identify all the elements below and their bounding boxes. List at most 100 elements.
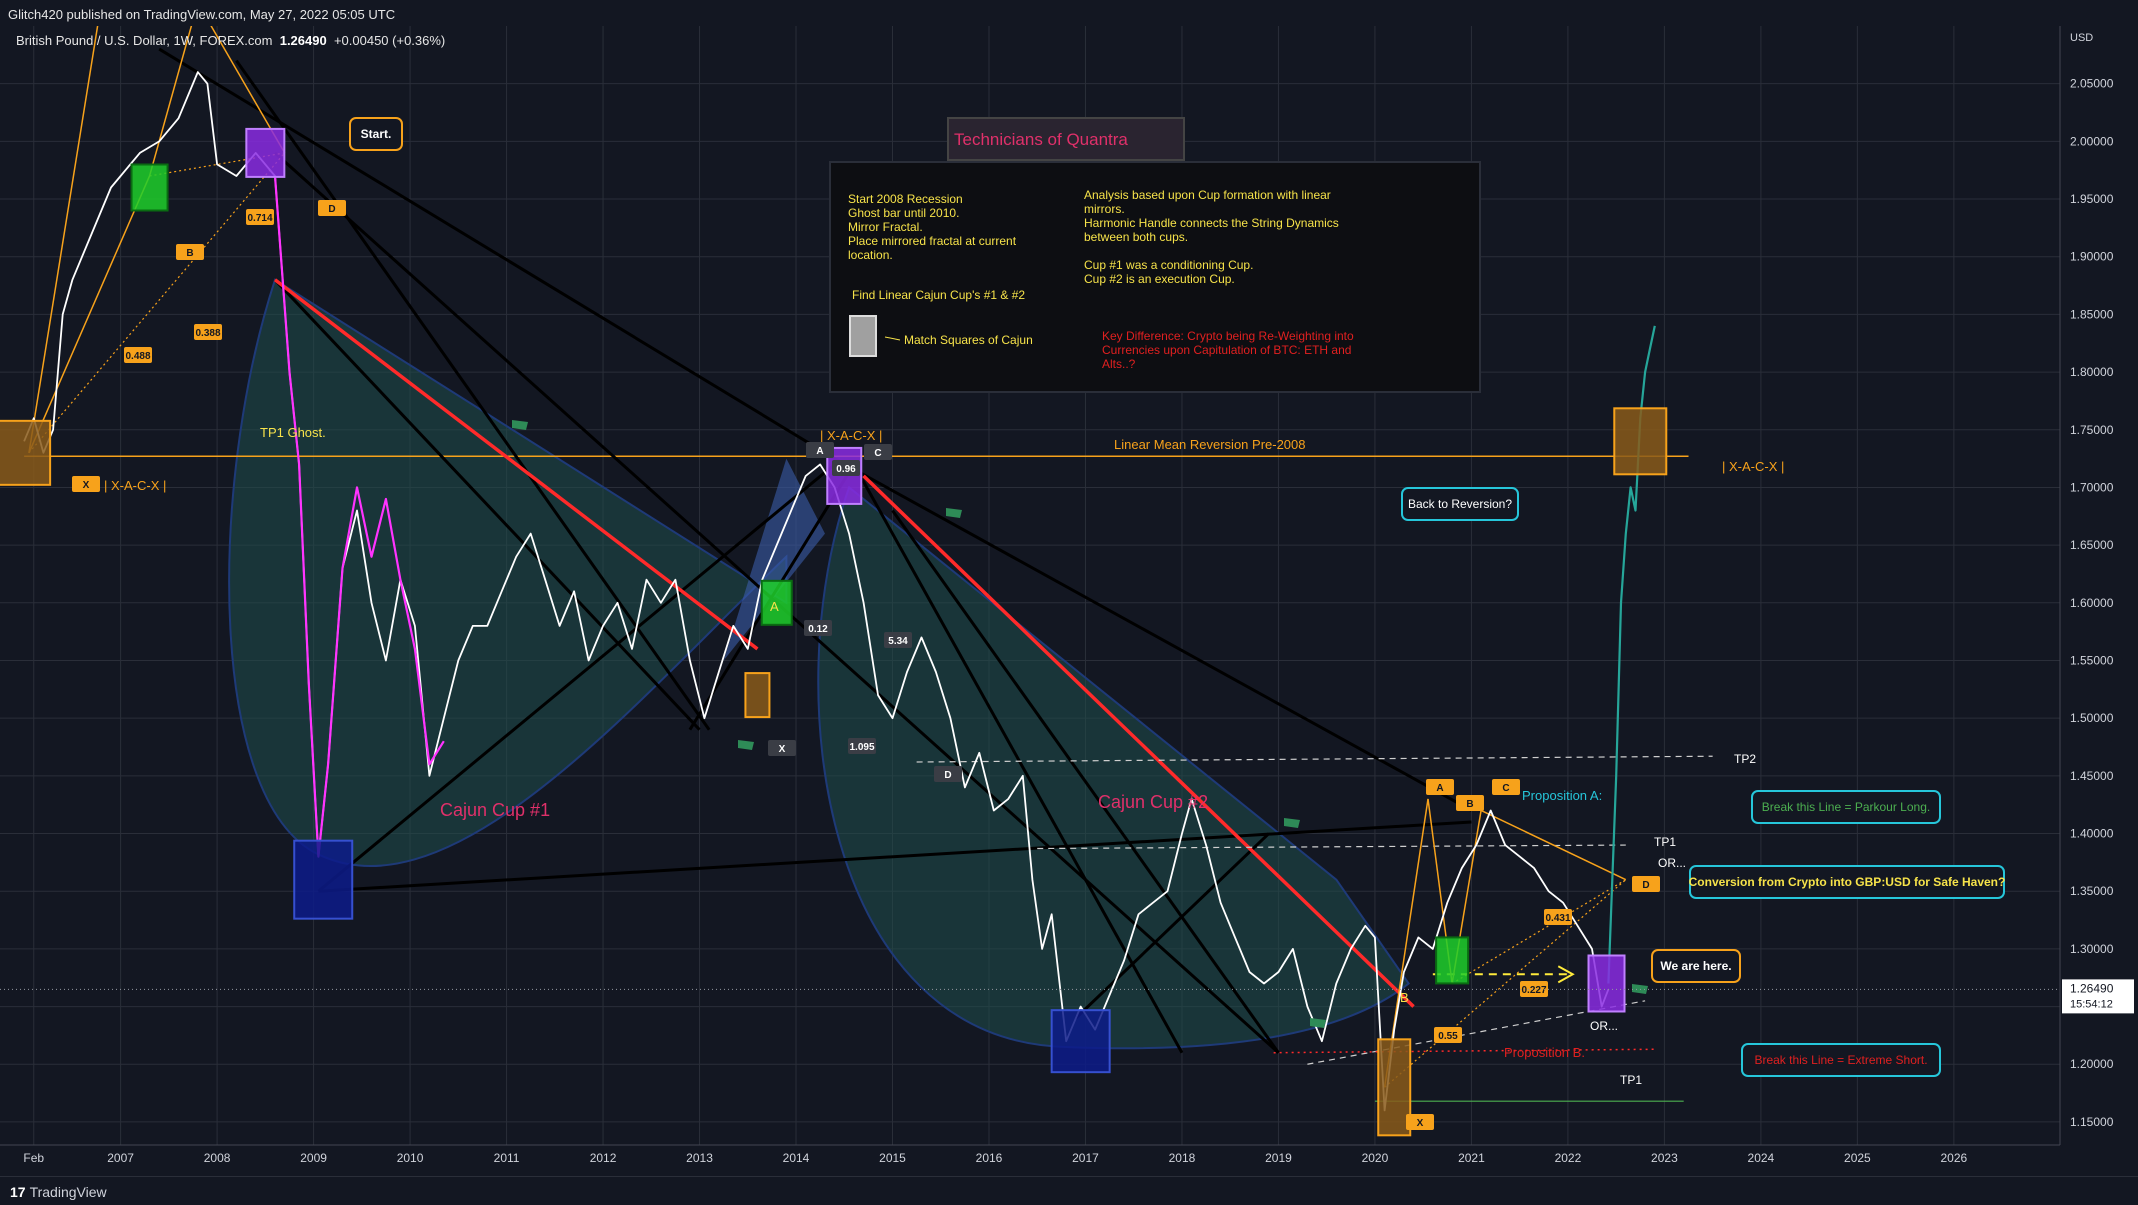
y-tick-label-5: 1.80000 [2070,365,2114,379]
right-note-line-1: mirrors. [1084,202,1125,216]
xacx-left-label: | X-A-C-X | [104,478,166,493]
symbol-legend[interactable]: British Pound / U.S. Dollar, 1W, FOREX.c… [16,33,445,48]
right-note-line-6: Cup #2 is an execution Cup. [1084,272,1235,286]
cup2-label: Cajun Cup #2 [1098,792,1208,812]
chart-canvas[interactable]: 2.05000 2.00000 1.95000 1.90000 1.85000 1.800… [0,0,2138,1205]
point-tag-0: X [83,480,90,491]
or-label-upper: OR... [1658,856,1686,870]
x-tick-label-13: 2019 [1265,1151,1292,1165]
x-tick-label-12: 2018 [1169,1151,1196,1165]
symbol-change: +0.00450 (+0.36%) [333,33,446,48]
y-tick-label-11: 1.50000 [2070,711,2114,725]
x-tick-label-8: 2014 [783,1151,810,1165]
left-note-line-3: Place mirrored fractal at current [848,234,1017,248]
x-tick-label-9: 2015 [879,1151,906,1165]
proposition-b-label: Proposition B. [1504,1045,1585,1060]
start-bubble: Start. [361,127,392,141]
y-tick-label-2: 1.95000 [2070,192,2114,206]
tv-logo-icon: 17 [10,1184,26,1200]
fib-tag-8: 0.227 [1521,985,1546,996]
y-tick-label-17: 1.20000 [2070,1057,2114,1071]
fib-tag-5: 1.095 [849,742,874,753]
fib-tag-6: 0.12 [808,624,828,635]
square-purple-2008 [245,127,286,178]
x-tick-label-2: 2008 [204,1151,231,1165]
x-tick-label-20: 2026 [1941,1151,1968,1165]
y-tick-label-0: 2.05000 [2070,77,2114,91]
square-orange-2013 [744,672,771,719]
right-note-line-3: between both cups. [1084,230,1188,244]
square-green-2007 [130,163,169,212]
square-green-2020 [1435,936,1470,985]
square-orange-target [1613,407,1668,476]
proposition-a-label: Proposition A: [1522,788,1602,803]
point-tag-3: A [816,446,823,457]
y-tick-label-18: 1.15000 [2070,1115,2114,1129]
x-tick-label-7: 2013 [686,1151,713,1165]
left-note-line-1: Ghost bar until 2010. [848,206,959,220]
find-note: Find Linear Cajun Cup's #1 & #2 [852,288,1025,302]
or-label-lower: OR... [1590,1019,1618,1033]
key-note-line-0: Key Difference: Crypto being Re-Weightin… [1102,329,1354,343]
square-orange-2006 [0,419,52,486]
y-tick-label-9: 1.60000 [2070,596,2114,610]
published-text: Glitch420 published on TradingView.com, … [8,7,396,22]
break-parkour-bubble: Break this Line = Parkour Long. [1762,800,1930,814]
x-tick-label-14: 2020 [1362,1151,1389,1165]
point-tag-5: X [779,744,786,755]
right-note-line-2: Harmonic Handle connects the String Dyna… [1084,216,1339,230]
tradingview-brand: TradingView [29,1184,107,1200]
match-square-swatch [849,315,877,357]
y-tick-label-7: 1.70000 [2070,480,2114,494]
point-tag-9: C [1502,783,1509,794]
key-note-line-2: Alts..? [1102,357,1136,371]
y-tick-label-14: 1.35000 [2070,884,2114,898]
break-short-bubble: Break this Line = Extreme Short. [1754,1053,1927,1067]
x-tick-label-11: 2017 [1072,1151,1099,1165]
x-tick-label-17: 2023 [1651,1151,1678,1165]
fib-tag-0: 0.714 [247,213,272,224]
left-note-line-2: Mirror Fractal. [848,220,923,234]
y-tick-label-10: 1.55000 [2070,653,2114,667]
square-blue-2017 [1050,1009,1111,1074]
back-to-reversion-bubble: Back to Reversion? [1408,497,1512,511]
x-tick-label-15: 2021 [1458,1151,1485,1165]
y-tick-label-12: 1.45000 [2070,769,2114,783]
fib-tag-3: 0.96 [836,464,856,475]
x-tick-label-4: 2010 [397,1151,424,1165]
point-tag-2: D [328,204,335,215]
y-tick-label-13: 1.40000 [2070,827,2114,841]
currency-label: USD [2070,32,2093,44]
fib-tag-4: 5.34 [888,636,908,647]
x-tick-label-0: Feb [23,1151,44,1165]
conversion-bubble: Conversion from Crypto into GBP:USD for … [1689,875,2006,889]
x-tick-label-1: 2007 [107,1151,134,1165]
y-tick-label-15: 1.30000 [2070,942,2114,956]
left-note-line-0: Start 2008 Recession [848,192,963,206]
square-blue-2009 [293,839,354,920]
tp2-label: TP2 [1734,752,1756,766]
xacx-right-label: | X-A-C-X | [1722,459,1784,474]
square-orange-2020 [1377,1038,1412,1137]
tp1-label-right: TP1 [1654,835,1676,849]
we-are-here-bubble: We are here. [1660,959,1731,973]
y-tick-label-4: 1.85000 [2070,307,2114,321]
fib-tag-7: 0.431 [1545,913,1570,924]
point-tag-11: X [1417,1118,1424,1129]
tradingview-logo[interactable]: 17 TradingView [10,1184,107,1200]
point-tag-8: B [1466,799,1473,810]
x-tick-label-3: 2009 [300,1151,327,1165]
last-price-value: 1.26490 [2070,981,2114,995]
harmonic-b-label: B [1400,990,1409,1005]
right-note-line-5: Cup #1 was a conditioning Cup. [1084,258,1253,272]
square-purple-2022 [1587,954,1626,1013]
x-tick-label-5: 2011 [494,1151,520,1165]
key-note-line-1: Currencies upon Capitulation of BTC: ETH… [1102,343,1351,357]
published-bar: Glitch420 published on TradingView.com, … [0,0,2138,26]
y-tick-label-1: 2.00000 [2070,134,2114,148]
point-tag-7: A [1436,783,1443,794]
footer-bar: 17 TradingView [0,1176,2138,1205]
linear-mean-label: Linear Mean Reversion Pre-2008 [1114,437,1306,452]
fib-tag-9: 0.55 [1438,1031,1458,1042]
fib-tag-1: 0.488 [125,351,150,362]
